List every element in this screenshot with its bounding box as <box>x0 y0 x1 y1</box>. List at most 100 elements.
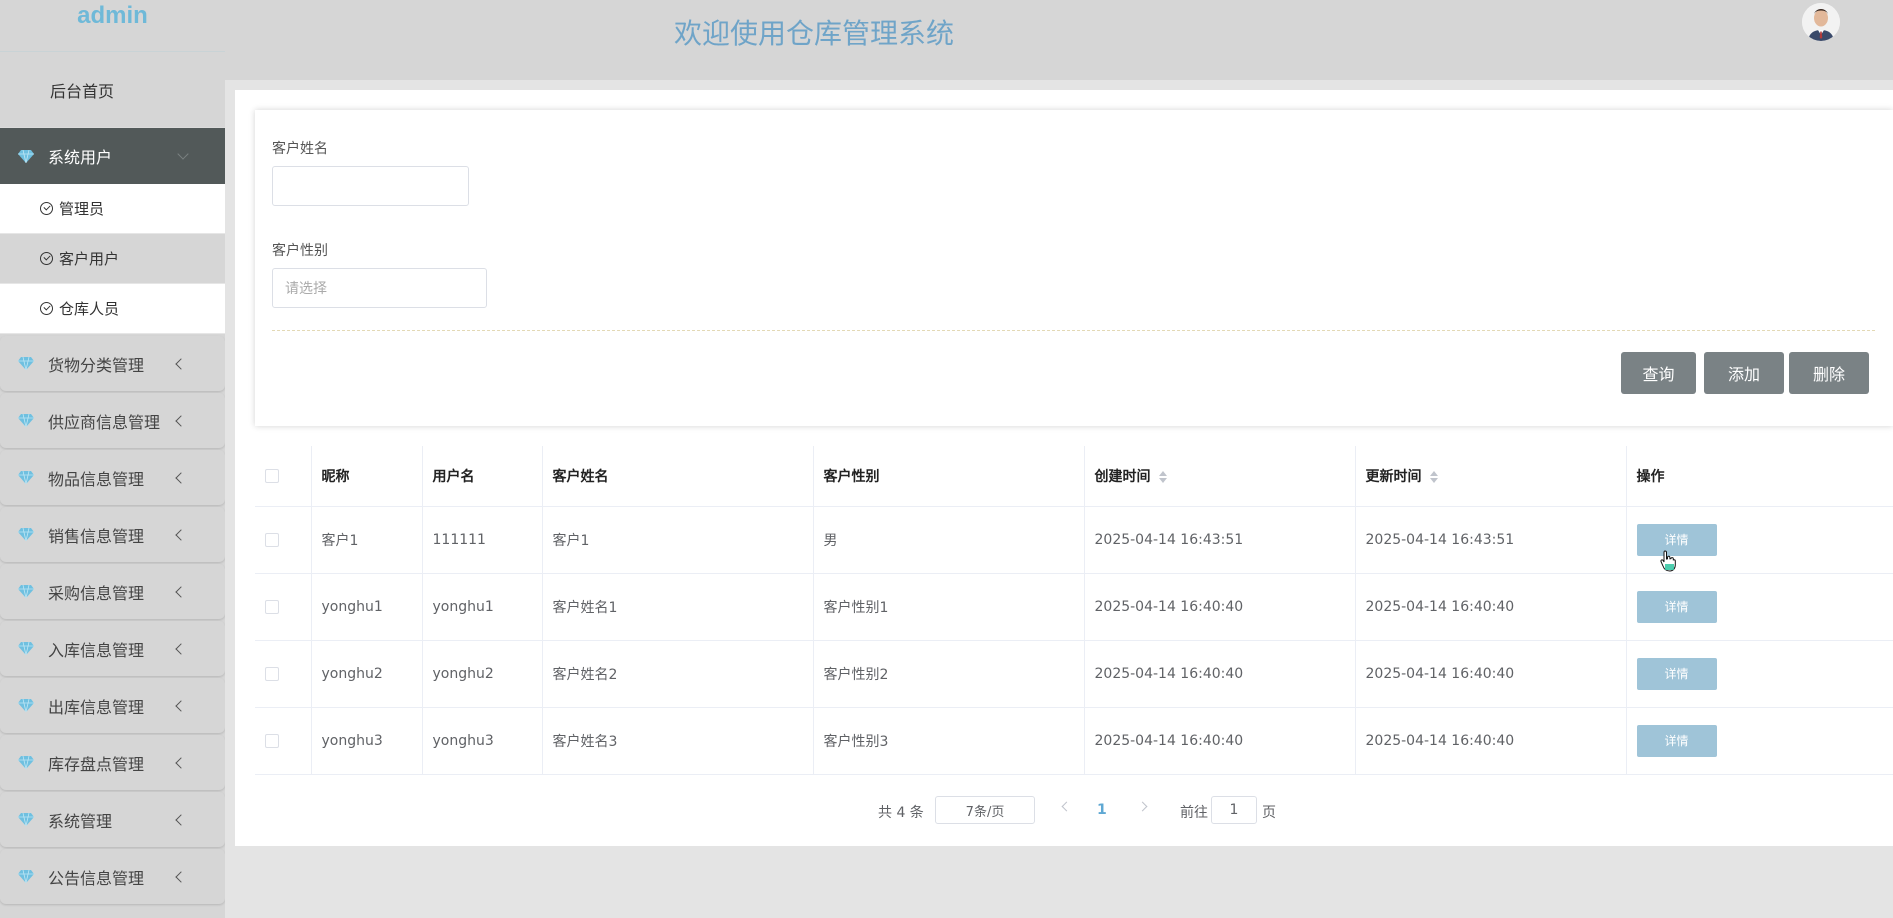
brand-logo-text: admin <box>77 2 148 29</box>
diamond-icon <box>18 642 34 655</box>
chevron-left-icon <box>175 643 187 655</box>
sidebar-item-admin[interactable]: 管理员 <box>0 184 225 234</box>
column-header-updated[interactable]: 更新时间 <box>1355 446 1627 507</box>
query-button[interactable]: 查询 <box>1621 352 1696 394</box>
sidebar: admin 后台首页 系统用户 管理员 客户用户 仓库人员 货物分类管理 供应商信… <box>0 0 225 918</box>
pagination: 共 4 条 7条/页 1 前往 1 页 <box>235 796 1893 826</box>
detail-button[interactable]: 详情 <box>1636 724 1717 757</box>
page-size-select[interactable]: 7条/页 <box>935 796 1035 824</box>
cell-created: 2025-04-14 16:40:40 <box>1084 573 1356 641</box>
sidebar-group-7[interactable]: 库存盘点管理 <box>0 735 225 790</box>
delete-button[interactable]: 删除 <box>1789 352 1869 394</box>
chevron-down-icon <box>177 148 189 160</box>
avatar[interactable] <box>1802 3 1840 41</box>
detail-button[interactable]: 详情 <box>1636 590 1717 623</box>
sidebar-group-2[interactable]: 物品信息管理 <box>0 450 225 505</box>
row-select-cell <box>255 707 312 775</box>
chevron-left-icon <box>175 757 187 769</box>
sidebar-item-customer-users[interactable]: 客户用户 <box>0 234 225 284</box>
chevron-left-icon <box>175 700 187 712</box>
column-header-label: 更新时间 <box>1365 468 1422 485</box>
cell-created: 2025-04-14 16:43:51 <box>1084 506 1356 574</box>
detail-button[interactable]: 详情 <box>1636 657 1717 690</box>
row-select-cell <box>255 573 312 641</box>
sidebar-group-3[interactable]: 销售信息管理 <box>0 507 225 562</box>
row-select-cell <box>255 640 312 708</box>
customer-gender-select[interactable]: 请选择 <box>272 268 487 308</box>
select-all-checkbox[interactable] <box>265 468 279 483</box>
sidebar-group-label: 货物分类管理 <box>48 355 145 375</box>
sidebar-group-9[interactable]: 公告信息管理 <box>0 849 225 904</box>
customer-name-label: 客户姓名 <box>272 141 328 157</box>
check-circle-icon <box>40 252 53 265</box>
row-checkbox[interactable] <box>265 733 279 748</box>
diamond-icon <box>18 471 34 484</box>
sidebar-group-1[interactable]: 供应商信息管理 <box>0 393 225 448</box>
cell-gender: 男 <box>813 506 1085 574</box>
cell-gender: 客户性别2 <box>813 640 1085 708</box>
sidebar-group-label: 系统管理 <box>48 811 113 831</box>
search-panel: 客户姓名 客户性别 请选择 查询 添加 删除 <box>255 110 1893 426</box>
cell-action: 详情 <box>1626 640 1893 708</box>
cell-nickname: yonghu3 <box>311 707 423 775</box>
sidebar-group-0[interactable]: 货物分类管理 <box>0 336 225 391</box>
sidebar-group-8[interactable]: 系统管理 <box>0 792 225 847</box>
sort-icon[interactable] <box>1429 470 1438 483</box>
pagination-total: 共 4 条 <box>878 805 924 821</box>
top-header: 欢迎使用仓库管理系统 <box>225 0 1893 80</box>
next-page-icon[interactable] <box>1137 801 1148 812</box>
column-header-action: 操作 <box>1626 446 1893 507</box>
sidebar-group-6[interactable]: 出库信息管理 <box>0 678 225 733</box>
sidebar-group-label: 采购信息管理 <box>48 583 145 603</box>
check-circle-icon <box>40 202 53 215</box>
cell-name: 客户姓名3 <box>542 707 814 775</box>
sidebar-group-label: 入库信息管理 <box>48 640 145 660</box>
column-header-gender: 客户性别 <box>813 446 1085 507</box>
sidebar-item-warehouse-staff[interactable]: 仓库人员 <box>0 284 225 334</box>
diamond-icon <box>18 699 34 712</box>
check-circle-icon <box>40 302 53 315</box>
cell-gender: 客户性别1 <box>813 573 1085 641</box>
chevron-left-icon <box>175 415 187 427</box>
chevron-left-icon <box>175 586 187 598</box>
column-header-label: 创建时间 <box>1094 468 1151 485</box>
footer-strip <box>235 846 1893 918</box>
cell-action: 详情 <box>1626 707 1893 775</box>
chevron-left-icon <box>175 529 187 541</box>
row-checkbox[interactable] <box>265 532 279 547</box>
sidebar-group-label: 供应商信息管理 <box>48 412 161 432</box>
diamond-icon <box>18 528 34 541</box>
chevron-left-icon <box>175 472 187 484</box>
customer-name-input[interactable] <box>272 166 469 206</box>
add-button[interactable]: 添加 <box>1704 352 1784 394</box>
sidebar-group-system-users[interactable]: 系统用户 <box>0 128 225 184</box>
page-title: 欢迎使用仓库管理系统 <box>674 17 955 50</box>
sidebar-group-label: 公告信息管理 <box>48 868 145 888</box>
cell-nickname: yonghu2 <box>311 640 423 708</box>
sidebar-item-label: 管理员 <box>59 200 105 218</box>
sidebar-group-label: 系统用户 <box>48 148 113 167</box>
cell-updated: 2025-04-14 16:40:40 <box>1355 707 1627 775</box>
diamond-icon <box>18 585 34 598</box>
row-checkbox[interactable] <box>265 599 279 614</box>
cell-username: 111111 <box>422 506 543 574</box>
diamond-icon <box>18 414 34 427</box>
table-row: yonghu2 yonghu2 客户姓名2 客户性别2 2025-04-14 16:40… <box>255 640 1893 708</box>
goto-page-input[interactable]: 1 <box>1211 796 1257 824</box>
cell-updated: 2025-04-14 16:40:40 <box>1355 573 1627 641</box>
column-header-created[interactable]: 创建时间 <box>1084 446 1356 507</box>
page-number-current[interactable]: 1 <box>1097 802 1107 818</box>
sidebar-group-5[interactable]: 入库信息管理 <box>0 621 225 676</box>
chevron-left-icon <box>175 871 187 883</box>
chevron-left-icon <box>175 358 187 370</box>
sidebar-item-home[interactable]: 后台首页 <box>0 52 225 128</box>
prev-page-icon[interactable] <box>1061 801 1072 812</box>
row-checkbox[interactable] <box>265 666 279 681</box>
cell-created: 2025-04-14 16:40:40 <box>1084 707 1356 775</box>
sort-icon[interactable] <box>1158 470 1167 483</box>
cell-nickname: yonghu1 <box>311 573 423 641</box>
diamond-icon <box>18 813 34 826</box>
sidebar-group-label: 库存盘点管理 <box>48 754 145 774</box>
sidebar-group-label: 物品信息管理 <box>48 469 145 489</box>
sidebar-group-4[interactable]: 采购信息管理 <box>0 564 225 619</box>
